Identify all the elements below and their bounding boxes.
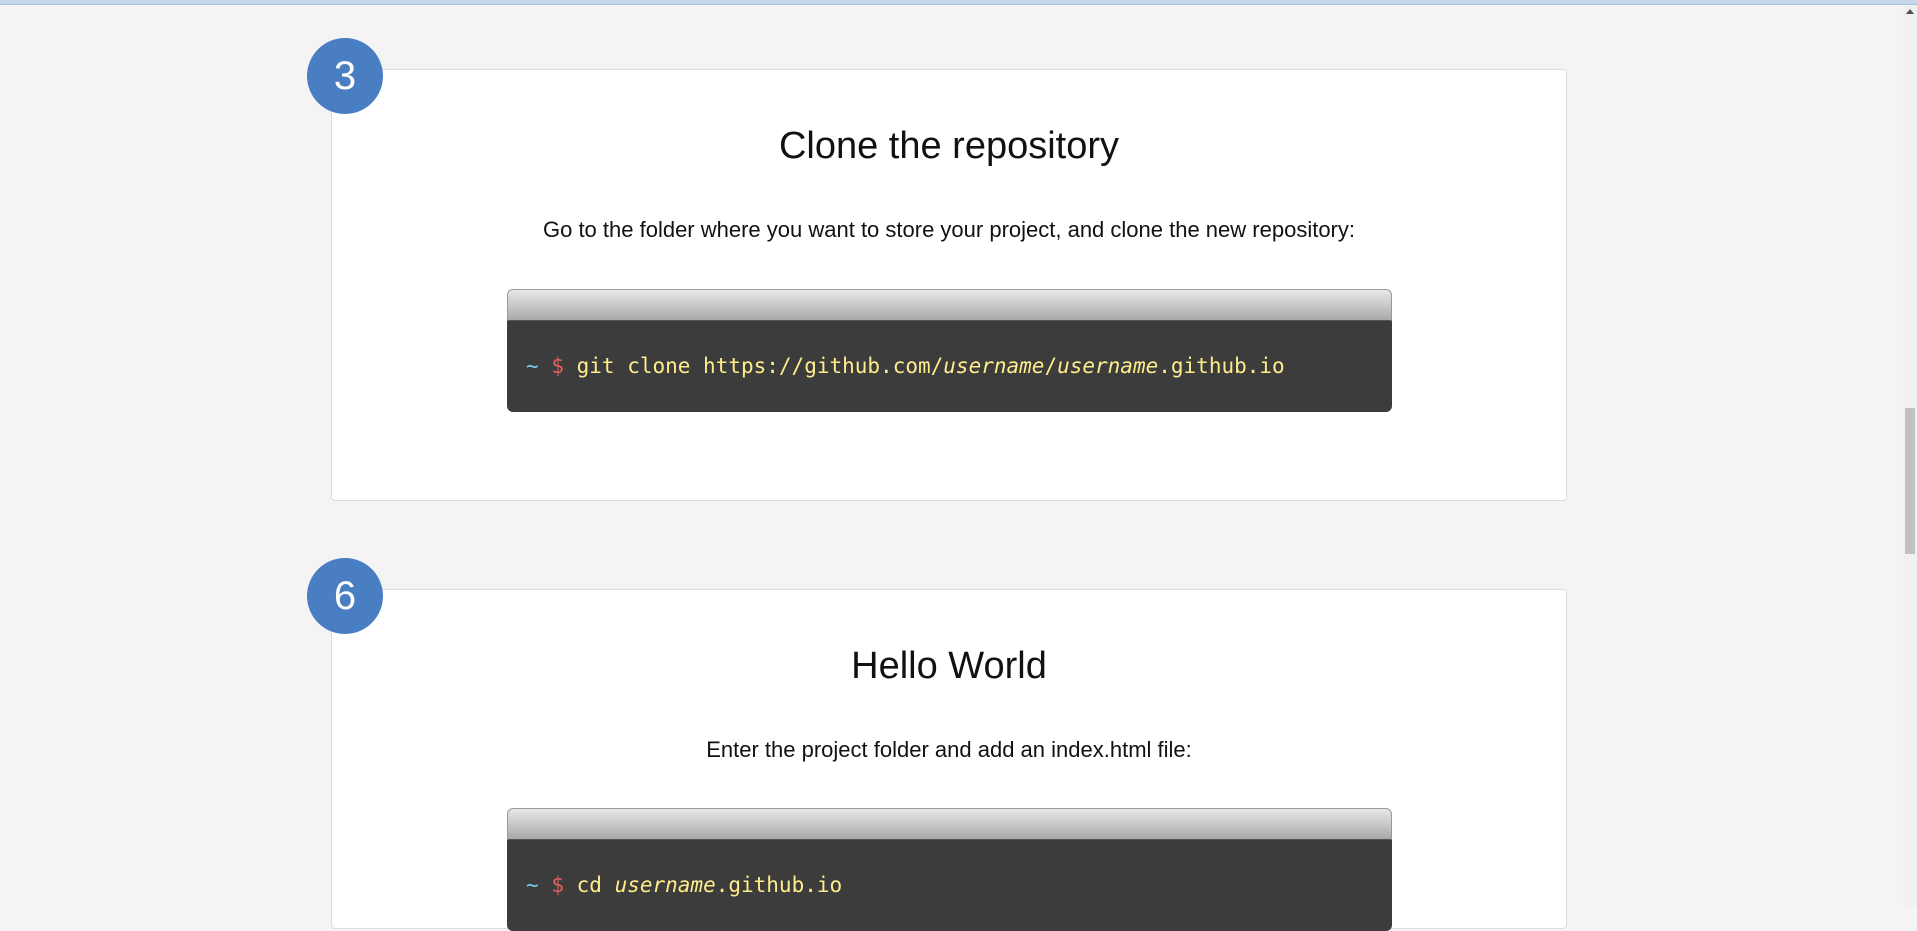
command-part: cd: [576, 873, 615, 897]
prompt-dollar: $: [551, 354, 564, 378]
scrollbar-thumb[interactable]: [1905, 408, 1915, 554]
step-title: Clone the repository: [778, 125, 1120, 167]
command-part: .github.io: [1158, 354, 1285, 378]
step-card-clone: Clone the repository Go to the folder wh…: [331, 69, 1567, 501]
terminal-title-bar: [507, 808, 1392, 840]
terminal-body[interactable]: ~ $ cd username.github.io: [507, 840, 1392, 931]
step-number-badge: 3: [307, 38, 383, 114]
command-part: git clone https://github.com/: [576, 354, 944, 378]
terminal-window: ~ $ git clone https://github.com/usernam…: [507, 289, 1392, 412]
prompt-dollar: $: [551, 873, 564, 897]
step-description: Go to the folder where you want to store…: [542, 217, 1355, 242]
prompt-tilde: ~: [526, 873, 539, 897]
command-part: username: [943, 354, 1045, 378]
command-part: .github.io: [715, 873, 843, 897]
command-part: username: [1057, 354, 1159, 378]
prompt-tilde: ~: [526, 354, 539, 378]
terminal-command: git clone https://github.com/username/us…: [577, 354, 1285, 378]
command-part: username: [614, 873, 716, 897]
terminal-body[interactable]: ~ $ git clone https://github.com/usernam…: [507, 321, 1392, 412]
step-card-hello-world: Hello World Enter the project folder and…: [331, 589, 1567, 931]
terminal-title-bar: [507, 289, 1392, 321]
step-number-badge: 6: [307, 558, 383, 634]
browser-top-strip: [0, 0, 1917, 5]
step-title: Hello World: [851, 645, 1047, 687]
scroll-up-arrow-icon[interactable]: [1906, 9, 1914, 14]
command-part: /: [1044, 354, 1058, 378]
terminal-command: cd username.github.io: [577, 873, 843, 897]
vertical-scrollbar[interactable]: [1903, 5, 1917, 908]
terminal-window: ~ $ cd username.github.io: [507, 808, 1392, 931]
step-description: Enter the project folder and add an inde…: [706, 737, 1192, 762]
